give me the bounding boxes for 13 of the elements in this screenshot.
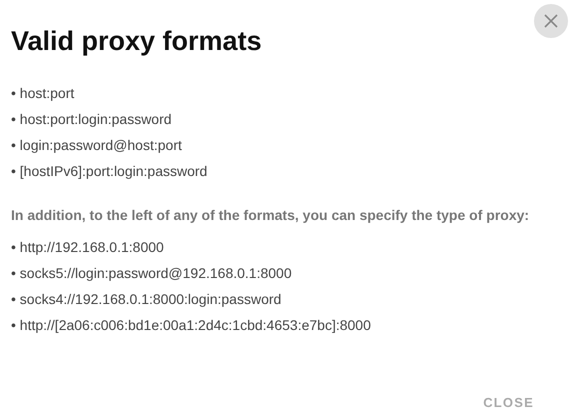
example-item: • socks4://192.168.0.1:8000:login:password — [11, 290, 282, 309]
example-item: • http://[2a06:c006:bd1e:00a1:2d4c:1cbd:4653:e7bc]:8000 — [11, 316, 372, 335]
format-item: • login:password@host:port — [11, 136, 183, 155]
example-item: • http://192.168.0.1:8000 — [11, 238, 165, 257]
close-button[interactable] — [534, 4, 568, 38]
close-icon — [544, 14, 558, 28]
dialog-title: Valid proxy formats — [11, 25, 263, 58]
format-item: • host:port — [11, 84, 76, 103]
format-item: • host:port:login:password — [11, 110, 173, 129]
note-text: In addition, to the left of any of the formats, you can specify the type of proxy: — [11, 206, 530, 225]
close-text-button[interactable]: CLOSE — [483, 393, 534, 412]
example-item: • socks5://login:password@192.168.0.1:8000 — [11, 264, 293, 283]
format-item: • [hostIPv6]:port:login:password — [11, 162, 208, 181]
